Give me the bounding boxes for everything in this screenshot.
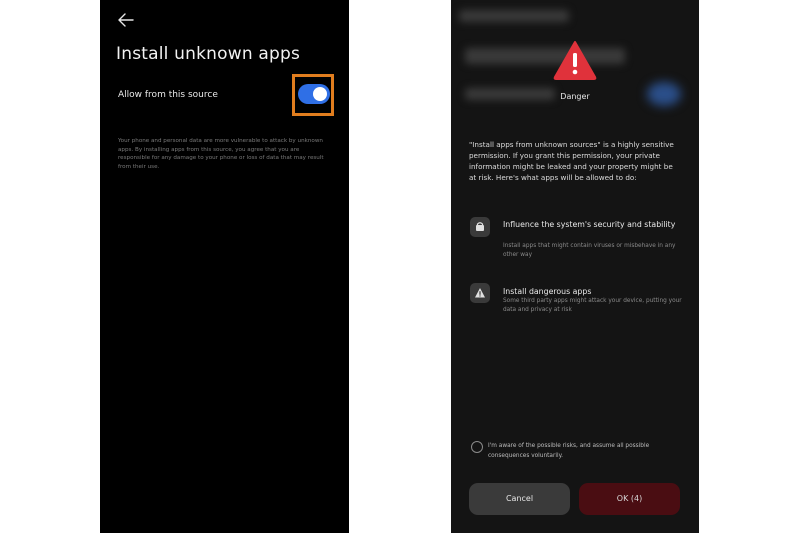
page-title: Install unknown apps	[116, 44, 301, 64]
warning-icon	[470, 283, 490, 303]
danger-dialog-screen: Danger "Install apps from unknown source…	[451, 0, 699, 533]
permission-title: Install dangerous apps	[503, 287, 592, 296]
allow-source-toggle[interactable]	[298, 84, 330, 104]
acknowledge-checkbox[interactable]	[471, 441, 483, 453]
blurred-background	[465, 48, 625, 64]
warning-description: Your phone and personal data are more vu…	[118, 138, 324, 170]
ok-button[interactable]: OK (4)	[579, 483, 680, 515]
danger-warning-icon	[553, 40, 597, 80]
settings-screen: Install unknown apps Allow from this sou…	[100, 0, 349, 533]
permission-intro: "Install apps from unknown sources" is a…	[469, 140, 674, 183]
permission-title: Influence the system's security and stab…	[503, 220, 676, 229]
danger-heading: Danger	[560, 92, 590, 101]
blurred-background	[459, 10, 569, 22]
back-arrow-icon[interactable]	[117, 11, 135, 29]
toggle-knob	[313, 87, 327, 101]
shield-lock-icon	[470, 217, 490, 237]
permission-description: Some third party apps might attack your …	[503, 298, 682, 314]
cancel-button[interactable]: Cancel	[469, 483, 570, 515]
allow-source-label: Allow from this source	[118, 90, 218, 100]
permission-description: Install apps that might contain viruses …	[503, 243, 676, 259]
acknowledge-text: I'm aware of the possible risks, and ass…	[488, 443, 650, 459]
